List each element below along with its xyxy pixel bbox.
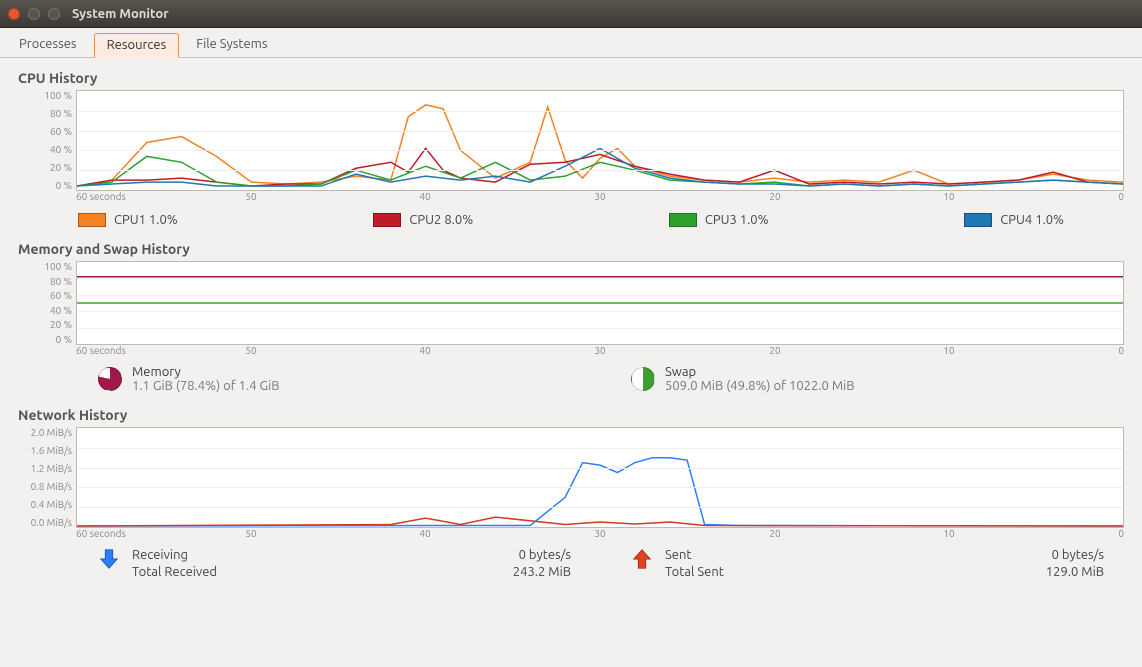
memory-label: Memory (132, 365, 280, 379)
legend-label: CPU3 1.0% (705, 213, 769, 227)
legend-label: CPU2 8.0% (409, 213, 473, 227)
net-y-axis: 2.0 MiB/s1.6 MiB/s1.2 MiB/s0.8 MiB/s0.4 … (18, 427, 76, 528)
cpu-x-axis: 60 seconds50403020100 (76, 191, 1124, 205)
net-plot (76, 427, 1124, 528)
sent-label: Sent (665, 548, 1006, 562)
legend-cpu3[interactable]: CPU3 1.0% (669, 213, 769, 227)
sent-total-label: Total Sent (665, 565, 1006, 579)
cpu-plot (76, 90, 1124, 191)
maximize-icon[interactable] (48, 8, 60, 20)
recv-total-label: Total Received (132, 565, 473, 579)
swap-detail: 509.0 MiB (49.8%) of 1022.0 MiB (665, 379, 855, 393)
legend-cpu4[interactable]: CPU4 1.0% (964, 213, 1064, 227)
cpu-y-axis: 100 %80 %60 %40 %20 %0 % (18, 90, 76, 191)
memory-pie-icon (98, 367, 122, 391)
mem-legend: Memory 1.1 GiB (78.4%) of 1.4 GiB Swap 5… (18, 361, 1124, 403)
window-title: System Monitor (72, 7, 169, 21)
legend-cpu2[interactable]: CPU2 8.0% (373, 213, 473, 227)
mem-section-title: Memory and Swap History (18, 241, 1124, 257)
recv-total: 243.2 MiB (513, 565, 571, 579)
swatch-icon (373, 213, 401, 227)
net-x-axis: 60 seconds50403020100 (76, 528, 1124, 542)
upload-arrow-icon (631, 548, 653, 570)
swatch-icon (78, 213, 106, 227)
mem-x-axis: 60 seconds50403020100 (76, 345, 1124, 359)
tab-processes[interactable]: Processes (6, 32, 90, 57)
swap-pie-icon (631, 367, 655, 391)
recv-label: Receiving (132, 548, 473, 562)
content-area: CPU History 100 %80 %60 %40 %20 %0 % 60 … (0, 58, 1142, 591)
close-icon[interactable] (8, 8, 20, 20)
net-legend: Receiving 0 bytes/s Total Received 243.2… (18, 544, 1124, 583)
legend-label: CPU1 1.0% (114, 213, 178, 227)
cpu-chart: 100 %80 %60 %40 %20 %0 % 60 seconds50403… (18, 90, 1124, 205)
swap-label: Swap (665, 365, 855, 379)
minimize-icon[interactable] (28, 8, 40, 20)
recv-rate: 0 bytes/s (513, 548, 571, 562)
cpu-section-title: CPU History (18, 70, 1124, 86)
cpu-legend: CPU1 1.0% CPU2 8.0% CPU3 1.0% CPU4 1.0% (18, 207, 1124, 237)
tab-resources[interactable]: Resources (94, 33, 180, 58)
window-titlebar: System Monitor (0, 0, 1142, 28)
sent-total: 129.0 MiB (1046, 565, 1104, 579)
swatch-icon (964, 213, 992, 227)
tabstrip: Processes Resources File Systems (0, 28, 1142, 58)
memory-detail: 1.1 GiB (78.4%) of 1.4 GiB (132, 379, 280, 393)
legend-cpu1[interactable]: CPU1 1.0% (78, 213, 178, 227)
legend-label: CPU4 1.0% (1000, 213, 1064, 227)
net-chart: 2.0 MiB/s1.6 MiB/s1.2 MiB/s0.8 MiB/s0.4 … (18, 427, 1124, 542)
mem-y-axis: 100 %80 %60 %40 %20 %0 % (18, 261, 76, 345)
mem-chart: 100 %80 %60 %40 %20 %0 % 60 seconds50403… (18, 261, 1124, 359)
swatch-icon (669, 213, 697, 227)
tab-filesystems[interactable]: File Systems (183, 32, 280, 57)
download-arrow-icon (98, 548, 120, 570)
mem-plot (76, 261, 1124, 345)
sent-rate: 0 bytes/s (1046, 548, 1104, 562)
net-section-title: Network History (18, 407, 1124, 423)
